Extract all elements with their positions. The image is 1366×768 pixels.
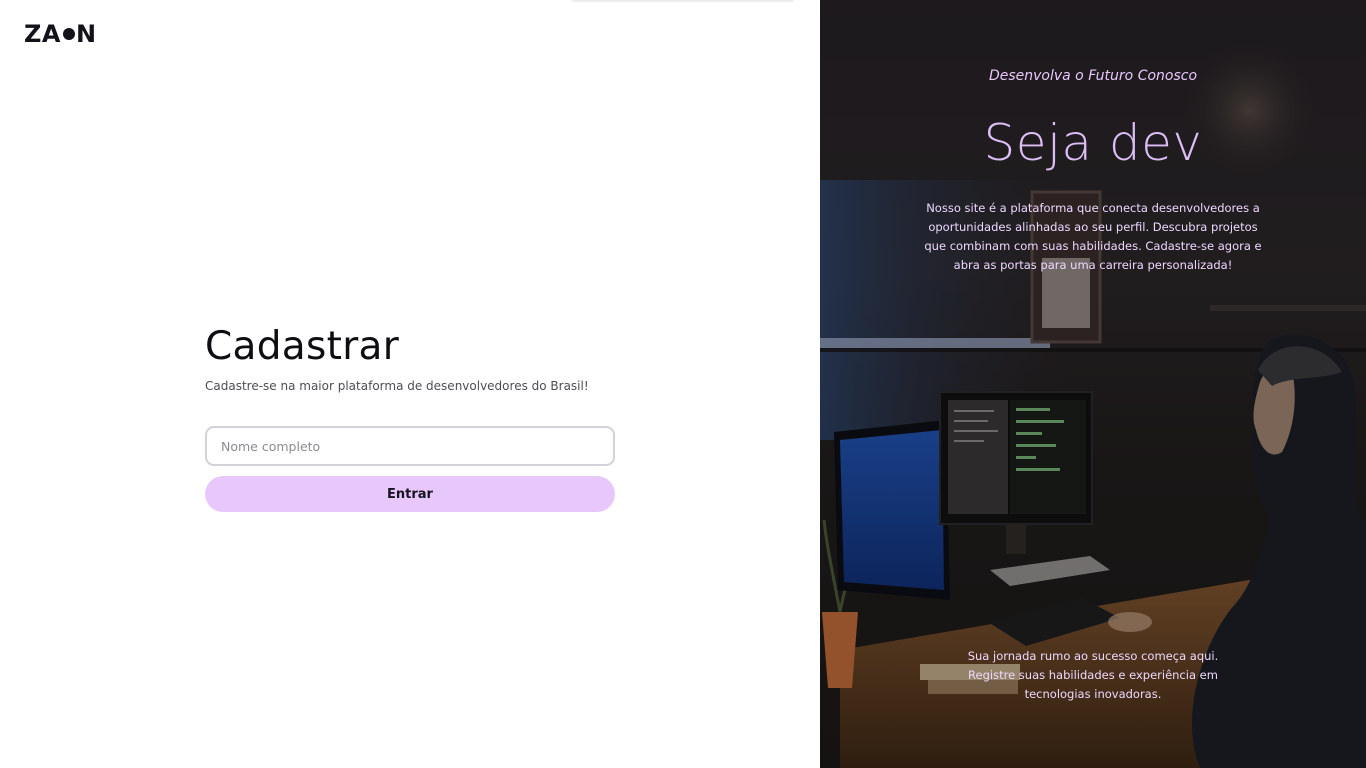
promo-description: Nosso site é a plataforma que conecta de… bbox=[924, 201, 1262, 272]
promo-hero-title: Seja dev bbox=[983, 114, 1203, 172]
signup-panel: ZA N Cadastrar Cadastre-se na maior plat… bbox=[0, 0, 820, 768]
full-name-input[interactable] bbox=[205, 426, 615, 466]
submit-button[interactable]: Entrar bbox=[205, 476, 615, 512]
promo-panel: Desenvolva o Futuro Conosco Seja dev Nos… bbox=[820, 0, 1366, 768]
logo-suffix: N bbox=[75, 20, 97, 48]
logo-prefix: ZA bbox=[24, 20, 61, 48]
page-subtitle: Cadastre-se na maior plataforma de desen… bbox=[205, 379, 589, 393]
promo-bottom-text: Sua jornada rumo ao sucesso começa aqui.… bbox=[967, 649, 1219, 701]
page-title: Cadastrar bbox=[205, 324, 400, 369]
zaon-logo[interactable]: ZA N bbox=[24, 20, 97, 48]
signup-form: Cadastrar Cadastre-se na maior plataform… bbox=[205, 324, 615, 512]
top-edge-shadow bbox=[572, 0, 794, 3]
promo-tagline: Desenvolva o Futuro Conosco bbox=[988, 68, 1198, 84]
logo-dot-icon bbox=[62, 28, 75, 40]
